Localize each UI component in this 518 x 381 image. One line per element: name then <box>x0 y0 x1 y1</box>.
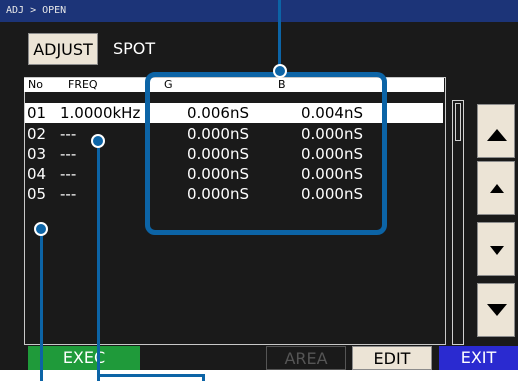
screenshot: ADJ > OPEN ADJUST SPOT No FREQ G B 01 1.… <box>0 0 518 381</box>
callout-marker <box>91 134 105 148</box>
callout-marker <box>273 64 287 78</box>
page-up-button[interactable] <box>477 104 515 158</box>
header-no: No <box>28 78 43 91</box>
scroll-up-button[interactable] <box>477 161 515 215</box>
scrollbar-thumb[interactable] <box>455 103 461 141</box>
page-down-icon <box>487 304 507 316</box>
row-no: 02 <box>27 125 47 143</box>
scroll-down-button[interactable] <box>477 222 515 276</box>
row-no: 01 <box>27 104 47 122</box>
row-no: 05 <box>27 185 47 203</box>
scrollbar[interactable] <box>452 100 464 345</box>
row-freq: 1.0000kHz <box>60 104 141 122</box>
callout-line <box>202 374 205 381</box>
row-freq: --- <box>60 145 77 163</box>
page-up-icon <box>487 129 507 141</box>
callout-marker <box>34 222 48 236</box>
callout-line <box>40 228 43 381</box>
edit-button[interactable]: EDIT <box>352 346 432 370</box>
exit-button[interactable]: EXIT <box>439 346 518 370</box>
row-freq: --- <box>60 125 77 143</box>
page-down-button[interactable] <box>477 283 515 337</box>
adjust-button[interactable]: ADJUST <box>28 33 98 65</box>
header-freq: FREQ <box>68 78 98 91</box>
row-freq: --- <box>60 165 77 183</box>
row-freq: --- <box>60 185 77 203</box>
down-icon <box>490 246 504 255</box>
breadcrumb: ADJ > OPEN <box>0 0 518 22</box>
callout-line <box>97 140 100 381</box>
exec-button[interactable]: EXEC <box>28 346 140 370</box>
area-button[interactable]: AREA <box>266 346 346 370</box>
callout-line <box>97 374 205 377</box>
mode-label: SPOT <box>113 39 156 58</box>
up-icon <box>490 184 504 193</box>
row-no: 04 <box>27 165 47 183</box>
callout-frame <box>145 72 387 235</box>
row-no: 03 <box>27 145 47 163</box>
callout-line <box>278 0 281 70</box>
